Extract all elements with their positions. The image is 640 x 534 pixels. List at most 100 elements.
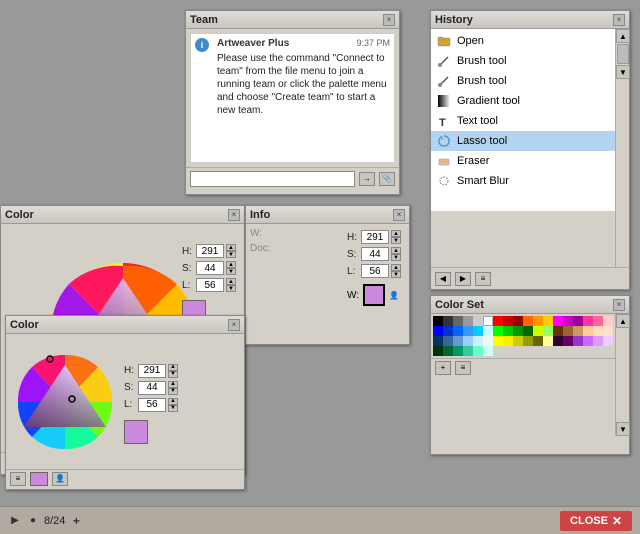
s-down-small[interactable]: ▼ bbox=[168, 388, 178, 395]
s-spin-large[interactable]: ▲ ▼ bbox=[226, 261, 236, 275]
swatch-37[interactable] bbox=[523, 336, 533, 346]
swatch-43[interactable] bbox=[583, 336, 593, 346]
team-send-button[interactable]: → bbox=[359, 172, 375, 186]
history-scroll-thumb[interactable] bbox=[617, 44, 629, 64]
swatch-45[interactable] bbox=[603, 336, 613, 346]
swatch-10[interactable] bbox=[573, 316, 583, 326]
swatch-39[interactable] bbox=[543, 336, 553, 346]
swatch-9[interactable] bbox=[563, 316, 573, 326]
swatch-18[interactable] bbox=[483, 326, 493, 336]
s-spin-small[interactable]: ▲ ▼ bbox=[168, 381, 178, 395]
swatch-29[interactable] bbox=[433, 336, 443, 346]
swatch-green[interactable] bbox=[493, 326, 503, 336]
history-scroll-down[interactable]: ▼ bbox=[616, 65, 630, 79]
s-down-info[interactable]: ▼ bbox=[391, 254, 401, 261]
swatch-15[interactable] bbox=[453, 326, 463, 336]
swatch-4[interactable] bbox=[473, 316, 483, 326]
swatch-20[interactable] bbox=[513, 326, 523, 336]
swatch-12[interactable] bbox=[593, 316, 603, 326]
s-up-small[interactable]: ▲ bbox=[168, 381, 178, 388]
history-close-button[interactable]: × bbox=[613, 14, 625, 26]
team-input[interactable] bbox=[190, 171, 355, 187]
swatch-black[interactable] bbox=[433, 316, 443, 326]
l-spin-info[interactable]: ▲ ▼ bbox=[391, 264, 401, 278]
h-down-large[interactable]: ▼ bbox=[226, 251, 236, 258]
colorset-scroll-up[interactable]: ▲ bbox=[616, 314, 630, 328]
play-button[interactable]: ▶ bbox=[8, 514, 22, 528]
color-small-close[interactable]: × bbox=[228, 319, 240, 331]
swatch-51[interactable] bbox=[483, 346, 493, 356]
swatch-6[interactable] bbox=[513, 316, 523, 326]
swatch-32[interactable] bbox=[463, 336, 473, 346]
color-small-btn2[interactable]: 👤 bbox=[52, 472, 68, 486]
team-attach-button[interactable]: 📎 bbox=[379, 172, 395, 186]
color-wheel-small[interactable] bbox=[10, 347, 120, 457]
swatch-22[interactable] bbox=[533, 326, 543, 336]
swatch-orange[interactable] bbox=[523, 316, 533, 326]
history-item-brush2[interactable]: Brush tool bbox=[431, 71, 615, 91]
l-up-info[interactable]: ▲ bbox=[391, 264, 401, 271]
l-up-large[interactable]: ▲ bbox=[226, 278, 236, 285]
colorset-header[interactable]: Color Set × bbox=[431, 296, 629, 314]
swatch-40[interactable] bbox=[553, 336, 563, 346]
l-up-small[interactable]: ▲ bbox=[168, 398, 178, 405]
color-result-small[interactable] bbox=[124, 420, 148, 444]
history-prev-button[interactable]: ◀ bbox=[435, 272, 451, 286]
record-button[interactable]: ● bbox=[26, 514, 40, 528]
history-scroll-up[interactable]: ▲ bbox=[616, 29, 630, 43]
swatch-31[interactable] bbox=[453, 336, 463, 346]
swatch-34[interactable] bbox=[483, 336, 493, 346]
swatch-17[interactable] bbox=[473, 326, 483, 336]
l-spin-large[interactable]: ▲ ▼ bbox=[226, 278, 236, 292]
swatch-35[interactable] bbox=[503, 336, 513, 346]
history-item-lasso[interactable]: Lasso tool bbox=[431, 131, 615, 151]
swatch-42[interactable] bbox=[573, 336, 583, 346]
s-input-info[interactable] bbox=[361, 247, 389, 261]
close-button[interactable]: CLOSE ✕ bbox=[560, 511, 632, 531]
swatch-brown[interactable] bbox=[553, 326, 563, 336]
swatch-47[interactable] bbox=[443, 346, 453, 356]
swatch-48[interactable] bbox=[453, 346, 463, 356]
l-down-large[interactable]: ▼ bbox=[226, 285, 236, 292]
swatch-46[interactable] bbox=[433, 346, 443, 356]
swatch-red[interactable] bbox=[493, 316, 503, 326]
l-down-info[interactable]: ▼ bbox=[391, 271, 401, 278]
swatch-23[interactable] bbox=[543, 326, 553, 336]
history-item-brush1[interactable]: Brush tool bbox=[431, 51, 615, 71]
swatch-7[interactable] bbox=[533, 316, 543, 326]
history-panel-header[interactable]: History × bbox=[431, 11, 629, 29]
team-close-button[interactable]: × bbox=[383, 14, 395, 26]
s-spin-info[interactable]: ▲ ▼ bbox=[391, 247, 401, 261]
swatch-white[interactable] bbox=[483, 316, 493, 326]
swatch-13[interactable] bbox=[603, 316, 613, 326]
swatch-3[interactable] bbox=[463, 316, 473, 326]
l-down-small[interactable]: ▼ bbox=[168, 405, 178, 412]
color-small-btn1[interactable]: ≡ bbox=[10, 472, 26, 486]
swatch-49[interactable] bbox=[463, 346, 473, 356]
info-close[interactable]: × bbox=[393, 209, 405, 221]
swatch-blue[interactable] bbox=[433, 326, 443, 336]
l-spin-small[interactable]: ▲ ▼ bbox=[168, 398, 178, 412]
swatch-50[interactable] bbox=[473, 346, 483, 356]
h-down-info[interactable]: ▼ bbox=[391, 237, 401, 244]
history-item-open[interactable]: Open bbox=[431, 31, 615, 51]
history-menu-button[interactable]: ≡ bbox=[475, 272, 491, 286]
h-up-small[interactable]: ▲ bbox=[168, 364, 178, 371]
h-up-info[interactable]: ▲ bbox=[391, 230, 401, 237]
s-up-large[interactable]: ▲ bbox=[226, 261, 236, 268]
history-item-smartblur[interactable]: Smart Blur bbox=[431, 171, 615, 191]
h-spin-large[interactable]: ▲ ▼ bbox=[226, 244, 236, 258]
s-down-large[interactable]: ▼ bbox=[226, 268, 236, 275]
swatch-2[interactable] bbox=[453, 316, 463, 326]
s-input-small[interactable] bbox=[138, 381, 166, 395]
h-spin-small[interactable]: ▲ ▼ bbox=[168, 364, 178, 378]
colorset-close[interactable]: × bbox=[613, 299, 625, 311]
history-scrollbar[interactable]: ▲ ▼ bbox=[615, 29, 629, 267]
swatch-44[interactable] bbox=[593, 336, 603, 346]
color-large-header[interactable]: Color × bbox=[1, 206, 244, 224]
swatch-14[interactable] bbox=[443, 326, 453, 336]
colorset-scrollbar[interactable]: ▲ ▼ bbox=[615, 314, 629, 436]
colorset-btn-1[interactable]: + bbox=[435, 361, 451, 375]
l-input-large[interactable] bbox=[196, 278, 224, 292]
s-up-info[interactable]: ▲ bbox=[391, 247, 401, 254]
